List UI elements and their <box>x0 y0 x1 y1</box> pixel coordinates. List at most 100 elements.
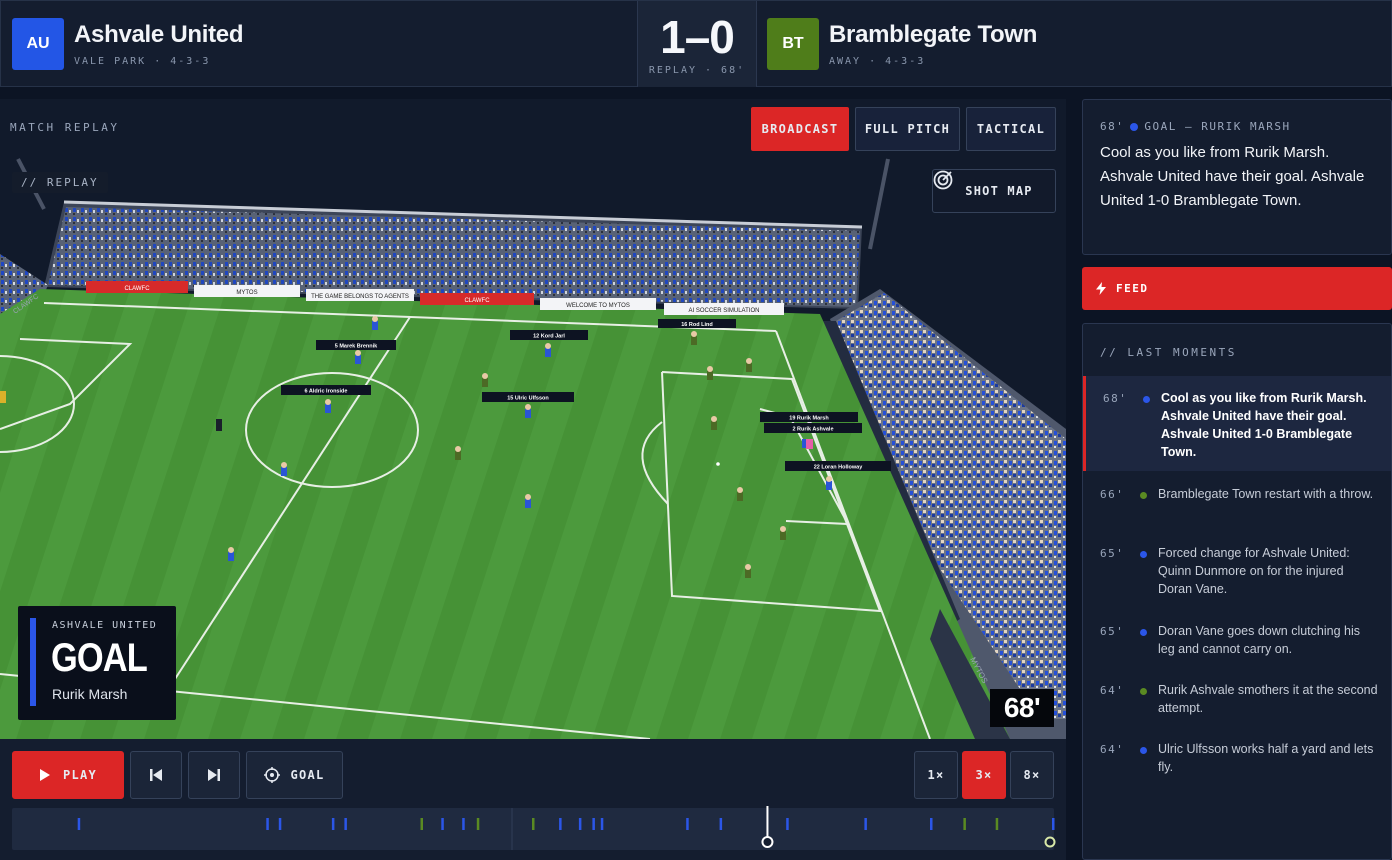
goal-card: ASHVALE UNITED GOAL Rurik Marsh <box>18 606 176 720</box>
goal-card-player: Rurik Marsh <box>52 686 128 702</box>
play-label: PLAY <box>62 768 98 782</box>
replay-tag: // REPLAY <box>12 172 108 193</box>
player-label: 6 Aldric Ironside <box>305 389 348 395</box>
moment-text: Ulric Ulfsson works half a yard and lets… <box>1158 742 1374 774</box>
ad-board-2: MYTOS <box>236 290 257 296</box>
current-event-header: 68' GOAL – RURIK MARSH <box>1100 120 1291 133</box>
last-moments-panel: // LAST MOMENTS 68' Cool as you like fro… <box>1082 323 1392 860</box>
current-event-card: 68' GOAL – RURIK MARSH Cool as you like … <box>1082 99 1392 255</box>
moment-minute: 64' <box>1100 743 1125 756</box>
timeline-event-marker[interactable] <box>462 818 465 830</box>
player-label: 2 Rurik Ashvale <box>792 427 833 433</box>
timeline-event-marker[interactable] <box>1052 818 1055 830</box>
speed-3x-button[interactable]: 3× <box>962 751 1006 799</box>
feed-button[interactable]: FEED <box>1082 267 1392 310</box>
ad-board-1: CLAWFC <box>124 286 150 292</box>
home-team-dot <box>1130 122 1139 131</box>
timeline-event-marker[interactable] <box>786 818 789 830</box>
goal-card-team: ASHVALE UNITED <box>52 620 158 631</box>
moment-item[interactable]: 65' Doran Vane goes down clutching his l… <box>1083 609 1391 667</box>
current-event-type: GOAL – RURIK MARSH <box>1144 120 1291 133</box>
skip-forward-icon <box>207 768 221 782</box>
player-label: 12 Kord Jarl <box>533 334 565 340</box>
match-replay-view[interactable]: CLAWFC MYTOS THE GAME BELONGS TO AGENTS … <box>0 99 1066 739</box>
ad-board-5: WELCOME TO MYTOS <box>566 303 630 309</box>
timeline-event-marker[interactable] <box>331 818 335 830</box>
home-team-dot <box>1140 747 1147 754</box>
timeline-event-marker[interactable] <box>930 818 933 830</box>
moment-text: Bramblegate Town restart with a throw. <box>1158 487 1374 501</box>
timeline-scrubber[interactable] <box>12 806 1056 850</box>
home-team: AU Ashvale United VALE PARK · 4-3-3 <box>12 15 243 73</box>
view-full-pitch-button[interactable]: FULL PITCH <box>855 107 960 151</box>
goal-card-title: GOAL <box>51 636 148 680</box>
play-button[interactable]: PLAY <box>12 751 124 799</box>
view-broadcast-button[interactable]: BROADCAST <box>751 107 849 151</box>
timeline-playhead-handle[interactable] <box>761 836 774 848</box>
current-event-text: Cool as you like from Rurik Marsh. Ashva… <box>1100 144 1365 209</box>
timeline-event-marker[interactable] <box>559 818 562 830</box>
home-badge: AU <box>12 18 64 70</box>
match-header: AU Ashvale United VALE PARK · 4-3-3 1–0 … <box>0 0 1392 87</box>
shot-map-label: SHOT MAP <box>965 184 1033 198</box>
ad-board-3: THE GAME BELONGS TO AGENTS <box>311 294 409 300</box>
moment-item[interactable]: 64' Ulric Ulfsson works half a yard and … <box>1083 727 1391 785</box>
moment-item[interactable]: 65' Forced change for Ashvale United: Qu… <box>1083 531 1391 607</box>
scoreboard: 1–0 REPLAY · 68' <box>637 1 757 87</box>
player-label: 19 Rurik Marsh <box>789 416 829 422</box>
timeline-event-marker[interactable] <box>266 818 269 830</box>
play-icon <box>39 768 51 782</box>
feed-label: FEED <box>1116 282 1149 295</box>
moment-minute: 64' <box>1100 684 1125 697</box>
timeline-event-marker[interactable] <box>686 818 689 830</box>
moment-text: Doran Vane goes down clutching his leg a… <box>1158 624 1360 656</box>
timeline-event-marker[interactable] <box>864 818 867 830</box>
moment-minute: 65' <box>1100 547 1125 560</box>
timeline-event-marker[interactable] <box>77 818 81 830</box>
away-team-name: Bramblegate Town <box>829 21 1038 48</box>
last-moments-title: // LAST MOMENTS <box>1100 346 1237 359</box>
lightning-icon <box>1096 282 1106 295</box>
timeline-event-marker[interactable] <box>278 818 282 830</box>
timeline-event-marker[interactable] <box>600 818 604 830</box>
timeline-event-marker[interactable] <box>420 818 424 830</box>
timeline-event-marker[interactable] <box>441 818 444 830</box>
previous-event-button[interactable] <box>130 751 182 799</box>
player-label: 16 Rod Lind <box>681 322 712 328</box>
timeline-event-marker[interactable] <box>592 818 595 830</box>
ad-board-4: CLAWFC <box>464 298 490 304</box>
match-minute-badge: 68' <box>990 689 1054 727</box>
timeline-event-marker[interactable] <box>532 818 535 830</box>
view-tactical-button[interactable]: TACTICAL <box>966 107 1056 151</box>
moment-text: Rurik Ashvale smothers it at the second … <box>1158 683 1378 715</box>
timeline-event-marker[interactable] <box>476 818 480 830</box>
ad-board-6: AI SOCCER SIMULATION <box>689 308 760 314</box>
moment-text: Forced change for Ashvale United: Quinn … <box>1158 546 1350 596</box>
replay-controls: PLAY GOAL 1× 3× 8× <box>0 739 1066 860</box>
away-team: BT Bramblegate Town AWAY · 4-3-3 <box>767 15 1037 73</box>
shot-map-button[interactable]: SHOT MAP <box>932 169 1056 213</box>
moment-item[interactable]: 64' Rurik Ashvale smothers it at the sec… <box>1083 668 1391 726</box>
timeline-event-marker[interactable] <box>719 818 723 830</box>
moment-item[interactable]: 68' Cool as you like from Rurik Marsh. A… <box>1083 376 1391 471</box>
away-team-meta: AWAY · 4-3-3 <box>829 56 926 67</box>
timeline-event-marker[interactable] <box>578 818 582 830</box>
speed-8x-button[interactable]: 8× <box>1010 751 1054 799</box>
speed-1x-button[interactable]: 1× <box>914 751 958 799</box>
player-label: 22 Loran Holloway <box>814 465 864 471</box>
timeline-event-marker[interactable] <box>963 818 966 830</box>
goal-label: GOAL <box>290 768 325 782</box>
moment-minute: 68' <box>1103 392 1128 405</box>
timeline-event-marker[interactable] <box>344 818 347 830</box>
skip-back-icon <box>149 768 163 782</box>
moment-item[interactable]: 66' Bramblegate Town restart with a thro… <box>1083 472 1391 530</box>
score-status: REPLAY · 68' <box>648 65 746 76</box>
timeline-event-marker[interactable] <box>995 818 999 830</box>
home-team-dot <box>1143 396 1150 403</box>
player-label: 15 Ulric Ulfsson <box>507 396 549 402</box>
next-event-button[interactable] <box>188 751 240 799</box>
timeline-end-marker <box>1044 836 1056 848</box>
jump-to-goal-button[interactable]: GOAL <box>246 751 343 799</box>
score: 1–0 <box>660 11 735 63</box>
stage-label: MATCH REPLAY <box>10 121 120 134</box>
